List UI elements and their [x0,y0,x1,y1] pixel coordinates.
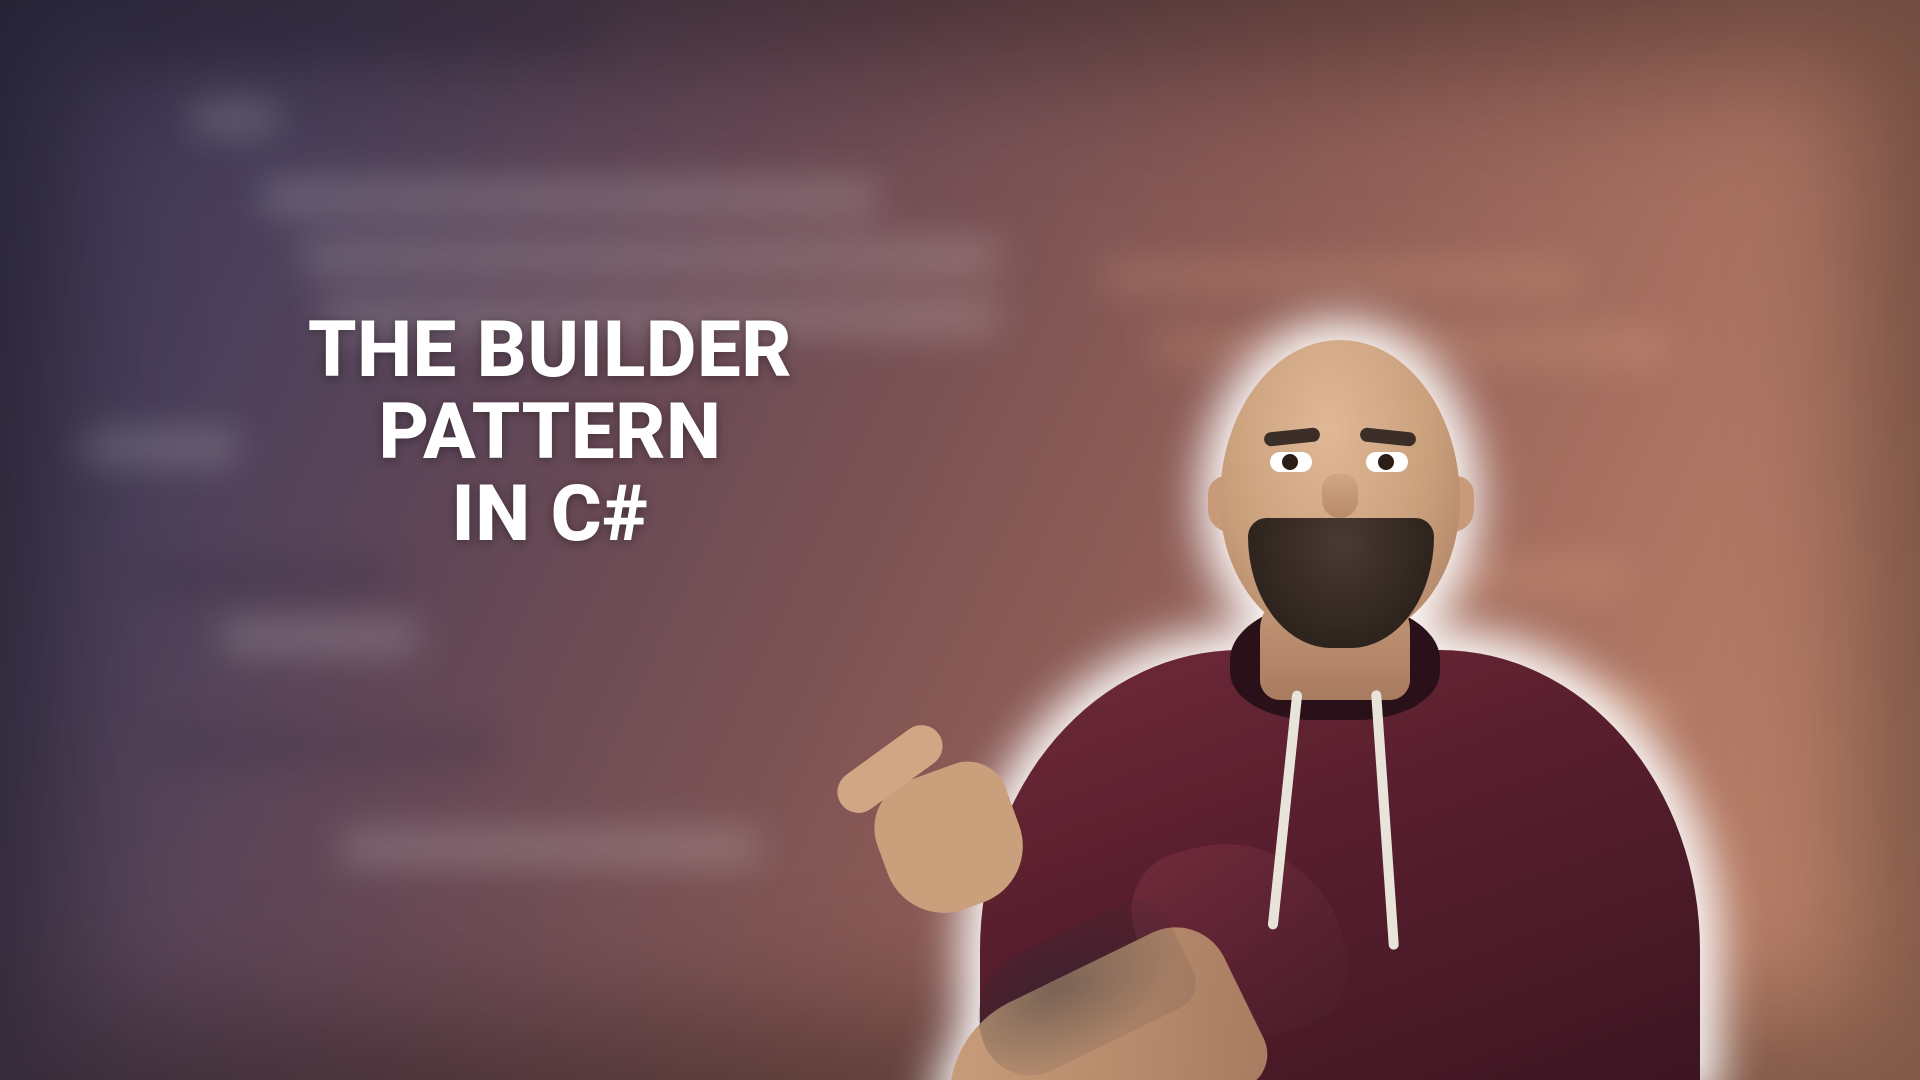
title-line-2: PATTERN [180,392,920,474]
thumbnail-title: THE BUILDER PATTERN IN C# [180,310,920,556]
title-line-3: IN C# [180,474,920,556]
title-line-1: THE BUILDER [180,310,920,392]
